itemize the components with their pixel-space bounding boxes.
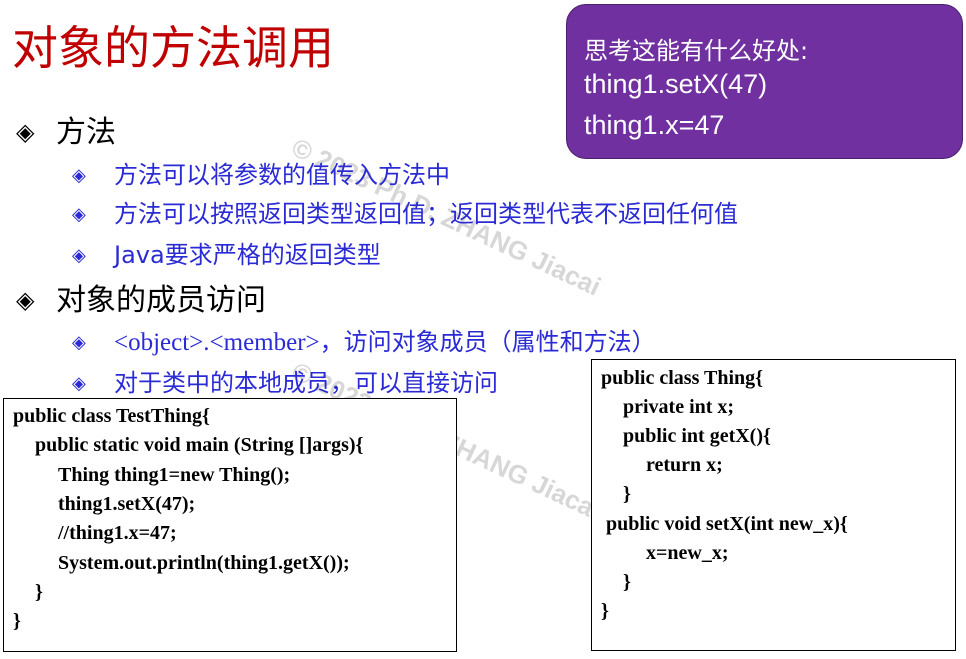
member-syntax-code: <object>.<member> bbox=[114, 329, 320, 356]
diamond-bullet-icon: ◈ bbox=[16, 286, 35, 314]
callout-code-setx: thing1.setX(47) bbox=[584, 69, 768, 99]
bullet-text: 方法可以将参数的值传入方法中 bbox=[114, 161, 450, 189]
bullet-local-members: ◈ 对于类中的本地成员，可以直接访问 bbox=[72, 366, 498, 401]
bullet-text: Java要求严格的返回类型 bbox=[114, 241, 381, 269]
bullet-methods: ◈ 方法 bbox=[16, 112, 116, 153]
bullet-method-pass-params: ◈ 方法可以将参数的值传入方法中 bbox=[72, 158, 450, 193]
code-line: thing1.setX(47); bbox=[58, 493, 196, 515]
code-line: public class Thing{ bbox=[601, 367, 764, 389]
callout-code-field: thing1.x=47 bbox=[584, 110, 725, 140]
diamond-bullet-icon: ◈ bbox=[16, 118, 35, 146]
bullet-member-access-label: 对象的成员访问 bbox=[56, 283, 266, 318]
code-line: public class TestThing{ bbox=[13, 405, 210, 427]
code-box-testthing: public class TestThing{ public static vo… bbox=[3, 398, 457, 652]
code-line: } bbox=[601, 600, 609, 622]
callout-question: 思考这能有什么好处: bbox=[584, 37, 809, 65]
code-line: } bbox=[623, 483, 631, 505]
bullet-member-access: ◈ 对象的成员访问 bbox=[16, 280, 266, 321]
code-line: x=new_x; bbox=[646, 542, 729, 564]
code-line: } bbox=[623, 571, 631, 593]
slide-title: 对象的方法调用 bbox=[12, 21, 334, 75]
code-line: } bbox=[35, 581, 43, 603]
code-line: private int x; bbox=[623, 396, 735, 418]
code-line: return x; bbox=[646, 454, 723, 476]
code-box-thing: public class Thing{ private int x; publi… bbox=[591, 359, 956, 651]
code-line: Thing thing1=new Thing(); bbox=[58, 464, 291, 486]
bullet-object-member-syntax: ◈ <object>.<member>，访问对象成员（属性和方法） bbox=[72, 325, 656, 360]
bullet-text: 方法可以按照返回类型返回值；返回类型代表不返回任何值 bbox=[114, 200, 738, 228]
bullet-text: 对于类中的本地成员，可以直接访问 bbox=[114, 369, 498, 397]
diamond-bullet-icon: ◈ bbox=[72, 165, 86, 186]
diamond-bullet-icon: ◈ bbox=[72, 332, 86, 353]
code-line: //thing1.x=47; bbox=[58, 522, 177, 544]
code-line: public int getX(){ bbox=[623, 425, 771, 447]
bullet-text: ，访问对象成员（属性和方法） bbox=[319, 328, 656, 356]
code-line: System.out.println(thing1.getX()); bbox=[58, 552, 350, 574]
code-line: } bbox=[13, 610, 21, 632]
diamond-bullet-icon: ◈ bbox=[72, 245, 86, 266]
bullet-methods-label: 方法 bbox=[56, 115, 116, 150]
diamond-bullet-icon: ◈ bbox=[72, 204, 86, 225]
code-line: public static void main (String []args){ bbox=[35, 434, 364, 456]
bullet-method-return-value: ◈ 方法可以按照返回类型返回值；返回类型代表不返回任何值 bbox=[72, 197, 738, 232]
bullet-java-strict-return: ◈ Java要求严格的返回类型 bbox=[72, 238, 381, 273]
diamond-bullet-icon: ◈ bbox=[72, 373, 86, 394]
code-line: public void setX(int new_x){ bbox=[606, 513, 848, 535]
callout-box: 思考这能有什么好处: thing1.setX(47) thing1.x=47 bbox=[566, 4, 963, 159]
